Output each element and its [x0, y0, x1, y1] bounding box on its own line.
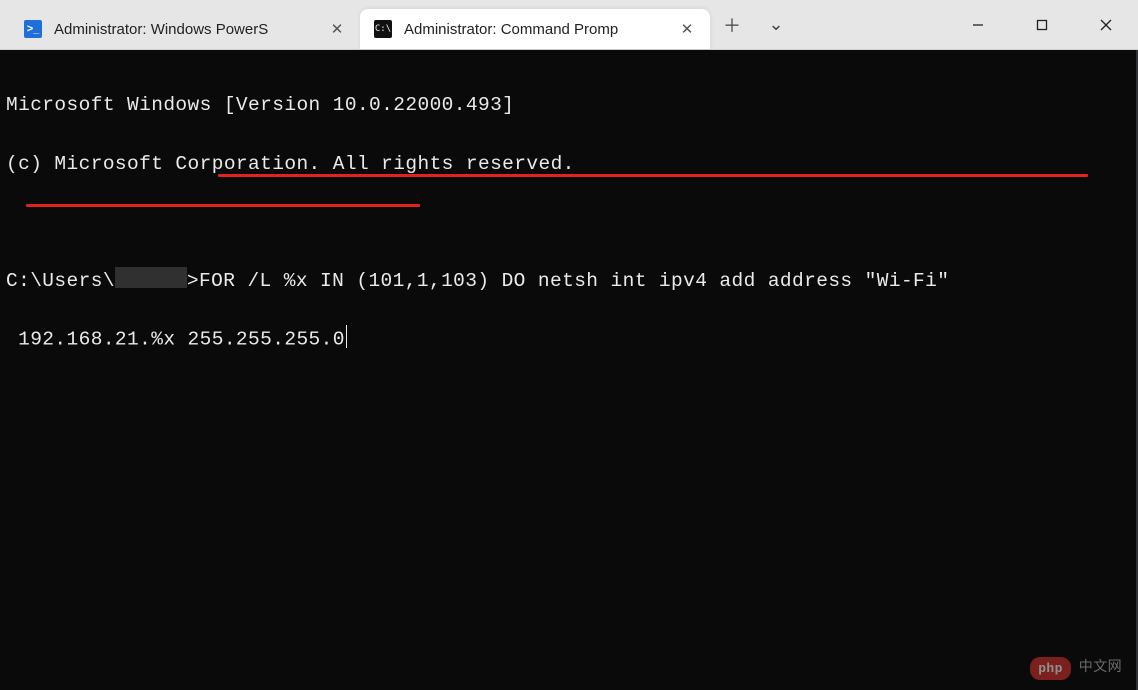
- watermark-pill: php: [1030, 657, 1071, 681]
- minimize-button[interactable]: [946, 0, 1010, 49]
- tab-dropdown-button[interactable]: ⌄: [754, 5, 798, 45]
- tab-label: Administrator: Windows PowerS: [54, 21, 316, 38]
- window-controls: [946, 0, 1138, 49]
- text-cursor: [346, 325, 348, 347]
- plus-icon: ＋: [723, 12, 741, 38]
- redacted-username: [115, 267, 187, 287]
- tab-powershell[interactable]: >_ Administrator: Windows PowerS ✕: [10, 9, 360, 49]
- watermark: php 中文网: [1030, 657, 1122, 681]
- command-text: FOR /L %x IN (101,1,103) DO netsh int ip…: [199, 270, 949, 292]
- maximize-icon: [1036, 19, 1048, 31]
- tab-strip-actions: ＋ ⌄: [710, 0, 798, 49]
- annotation-underline: [218, 174, 1088, 177]
- tab-close-button[interactable]: ✕: [678, 20, 696, 38]
- maximize-button[interactable]: [1010, 0, 1074, 49]
- new-tab-button[interactable]: ＋: [710, 5, 754, 45]
- minimize-icon: [972, 19, 984, 31]
- prompt-prefix: C:\Users\: [6, 270, 115, 292]
- terminal-prompt-line: C:\Users\ >FOR /L %x IN (101,1,103) DO ne…: [6, 267, 1132, 296]
- watermark-text: 中文网: [1079, 658, 1122, 679]
- cmd-icon: C:\: [374, 20, 392, 38]
- chevron-down-icon: ⌄: [768, 14, 783, 35]
- close-icon: [1100, 19, 1112, 31]
- annotation-underline: [26, 204, 420, 207]
- titlebar: >_ Administrator: Windows PowerS ✕ C:\ A…: [0, 0, 1138, 50]
- terminal-line: Microsoft Windows [Version 10.0.22000.49…: [6, 91, 1132, 120]
- terminal-pane[interactable]: Microsoft Windows [Version 10.0.22000.49…: [0, 50, 1138, 690]
- powershell-icon: >_: [24, 20, 42, 38]
- tab-command-prompt[interactable]: C:\ Administrator: Command Promp ✕: [360, 9, 710, 49]
- prompt-suffix: >: [187, 270, 199, 292]
- terminal-command-cont: 192.168.21.%x 255.255.255.0: [6, 325, 1132, 355]
- close-window-button[interactable]: [1074, 0, 1138, 49]
- tab-label: Administrator: Command Promp: [404, 21, 666, 38]
- tab-strip: >_ Administrator: Windows PowerS ✕ C:\ A…: [0, 0, 710, 49]
- terminal-line: [6, 208, 1132, 237]
- close-icon: ✕: [331, 20, 344, 38]
- command-text: 192.168.21.%x 255.255.255.0: [6, 329, 345, 351]
- tab-close-button[interactable]: ✕: [328, 20, 346, 38]
- close-icon: ✕: [681, 20, 694, 38]
